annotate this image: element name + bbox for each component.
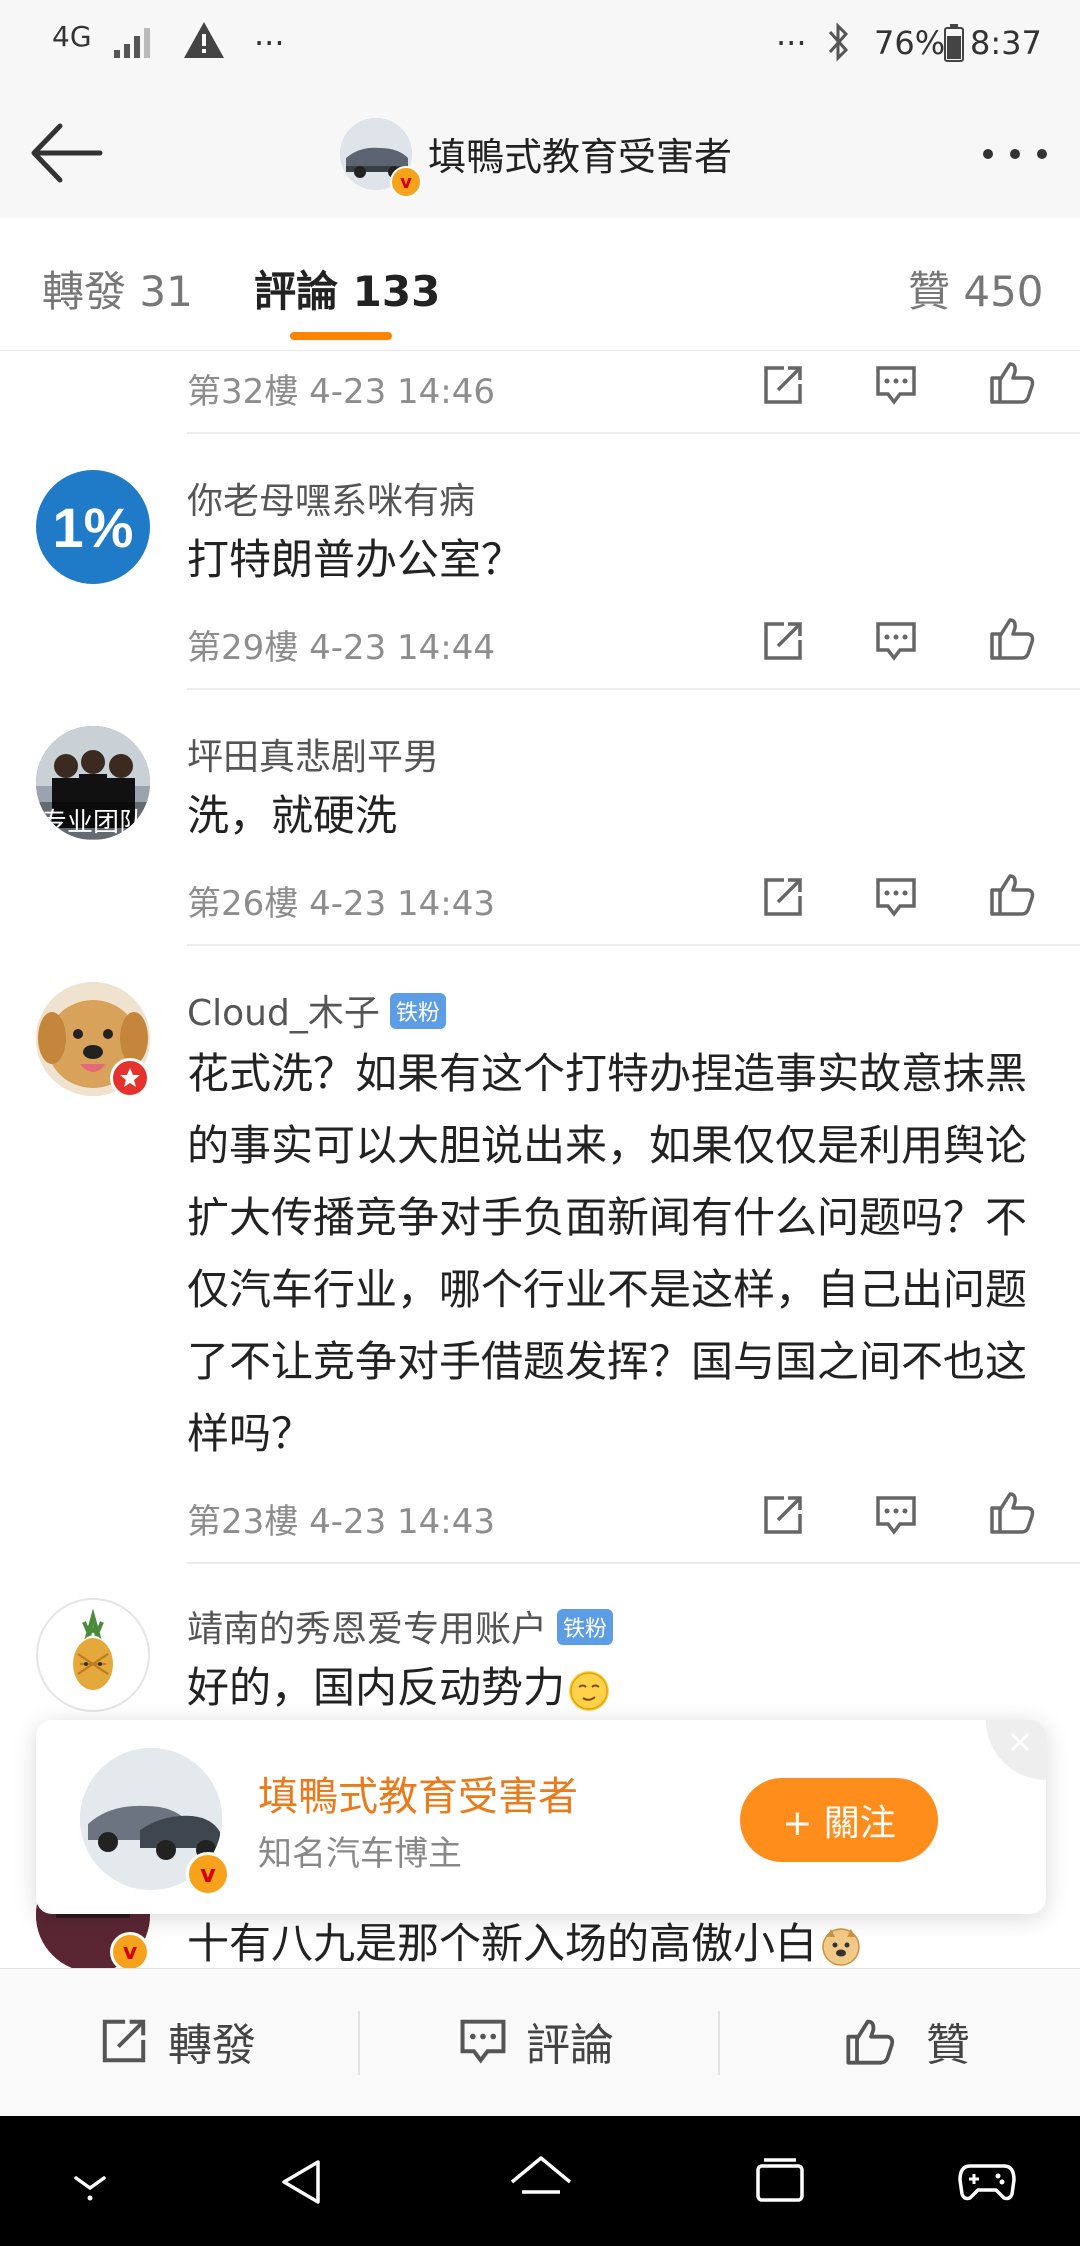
warning-icon — [182, 20, 226, 60]
comment-actions — [760, 1486, 1060, 1546]
separator — [358, 2011, 360, 2075]
avatar-text: 1% — [52, 495, 134, 559]
share-icon[interactable] — [760, 618, 806, 664]
share-icon[interactable] — [760, 874, 806, 920]
popup-username[interactable]: 填鴨式教育受害者 — [258, 1764, 578, 1822]
battery-percent: 76% — [874, 24, 946, 62]
more-options-button[interactable] — [978, 136, 1052, 172]
follow-button[interactable]: + 關注 — [740, 1778, 938, 1862]
recents-nav-button[interactable] — [754, 2156, 806, 2206]
like-icon[interactable] — [988, 614, 1036, 662]
hide-keyboard-button[interactable] — [64, 2162, 116, 2202]
more-dots-icon — [983, 149, 1047, 159]
like-icon[interactable] — [988, 1488, 1036, 1536]
reply-icon[interactable] — [874, 1494, 918, 1536]
like-label: 贊 — [926, 2020, 970, 2071]
comment-actions — [760, 356, 1060, 416]
comment-text: 洗，就硬洗 — [187, 791, 398, 840]
share-icon[interactable] — [760, 1492, 806, 1538]
divider — [187, 432, 1080, 434]
comment-text: 花式洗？如果有这个打特办捏造事实故意抹黑的事实可以大胆说出来，如果仅仅是利用舆论… — [187, 1049, 1028, 1458]
more-status: ··· — [776, 24, 807, 62]
system-nav-bar — [0, 2116, 1080, 2246]
user-badge-icon — [110, 1058, 150, 1098]
battery-icon — [944, 24, 964, 62]
close-icon — [1010, 1732, 1030, 1752]
comment-text-row: 好的，国内反动势力 — [187, 1652, 1047, 1724]
avatar[interactable]: 1% — [36, 470, 150, 584]
share-icon — [102, 2019, 146, 2063]
avatar-text: 专业团队 — [36, 802, 150, 839]
comment-icon — [460, 2019, 506, 2064]
verified-badge-icon: v — [390, 166, 422, 198]
fan-badge: 铁粉 — [389, 993, 446, 1029]
like-button[interactable]: 贊 — [844, 2009, 970, 2073]
chevron-down-icon — [74, 2176, 106, 2201]
comment-actions — [760, 612, 1060, 672]
back-nav-button[interactable] — [276, 2156, 328, 2208]
like-icon[interactable] — [988, 358, 1036, 406]
fan-badge: 铁粉 — [557, 1609, 614, 1645]
recents-icon — [756, 2158, 804, 2202]
comment-floor: 第26樓 4-23 14:43 — [187, 884, 496, 924]
tab-bar: 轉發 31 評論 133 贊 450 — [0, 218, 1080, 351]
comment-floor: 第23樓 4-23 14:43 — [187, 1502, 496, 1542]
divider — [187, 944, 1080, 946]
bluetooth-icon — [826, 22, 852, 62]
comment-username[interactable]: 坪田真悲剧平男 — [187, 728, 439, 780]
back-button[interactable] — [28, 120, 108, 186]
doge-emoji-icon — [821, 1927, 861, 1967]
network-indicator: 4G — [52, 20, 92, 53]
repost-button[interactable]: 轉發 — [98, 2009, 256, 2073]
tab-comment[interactable]: 評論 133 — [254, 258, 440, 319]
reply-icon[interactable] — [874, 876, 918, 918]
tab-like[interactable]: 贊 450 — [908, 258, 1044, 319]
repost-label: 轉發 — [168, 2020, 256, 2071]
triangle-back-icon — [282, 2160, 320, 2204]
divider — [187, 688, 1080, 690]
reply-icon[interactable] — [874, 364, 918, 406]
avatar[interactable] — [36, 1598, 150, 1712]
gamepad-icon — [958, 2164, 1016, 2201]
like-icon — [846, 2019, 895, 2065]
status-bar: 4G ··· ··· 76% 8:37 — [0, 0, 1080, 90]
page-title: 填鴨式教育受害者 — [428, 135, 733, 179]
verified-badge-icon: v — [186, 1852, 230, 1896]
tab-repost[interactable]: 轉發 31 — [42, 258, 193, 319]
game-tools-button[interactable] — [958, 2156, 1016, 2204]
separator — [718, 2011, 720, 2075]
comment-username-row: Cloud_木子 铁粉 — [187, 984, 446, 1036]
sly-smile-emoji-icon — [569, 1670, 610, 1711]
follow-suggestion-card: v 填鴨式教育受害者 知名汽车博主 + 關注 — [36, 1720, 1046, 1914]
comment-floor: 第32樓 4-23 14:46 — [187, 372, 496, 412]
verified-badge-icon: v — [110, 1932, 150, 1972]
more-notifications: ··· — [254, 24, 285, 62]
comment-text: 好的，国内反动势力 — [187, 1663, 566, 1712]
avatar[interactable]: 专业团队 — [36, 726, 150, 840]
clock: 8:37 — [970, 24, 1042, 62]
comment-button[interactable]: 評論 — [458, 2009, 614, 2073]
popup-description: 知名汽车博主 — [258, 1834, 462, 1874]
top-nav-bar: v 填鴨式教育受害者 — [0, 90, 1080, 219]
comment-username[interactable]: 你老母嘿系咪有病 — [187, 472, 475, 524]
comment-username-row: 靖南的秀恩爱专用账户 铁粉 — [187, 1600, 614, 1652]
divider — [187, 1562, 1080, 1564]
share-icon[interactable] — [760, 362, 806, 408]
close-popup-button[interactable] — [986, 1720, 1046, 1780]
bottom-action-bar: 轉發 評論 贊 — [0, 1968, 1080, 2117]
comment-text: 十有八九是那个新入场的高傲小白 — [187, 1919, 818, 1968]
comment-username[interactable]: Cloud_木子 — [187, 993, 380, 1034]
signal-icon — [112, 24, 156, 60]
home-icon — [510, 2156, 572, 2194]
back-arrow-icon — [31, 123, 103, 183]
reply-icon[interactable] — [874, 620, 918, 662]
comment-text: 打特朗普办公室？ — [187, 535, 524, 584]
comment-actions — [760, 868, 1060, 928]
active-tab-indicator — [290, 332, 392, 340]
comment-label: 評論 — [526, 2020, 614, 2071]
like-icon[interactable] — [988, 870, 1036, 918]
comment-floor: 第29樓 4-23 14:44 — [187, 628, 496, 668]
home-nav-button[interactable] — [508, 2152, 574, 2210]
comment-username[interactable]: 靖南的秀恩爱专用账户 — [187, 1609, 547, 1650]
